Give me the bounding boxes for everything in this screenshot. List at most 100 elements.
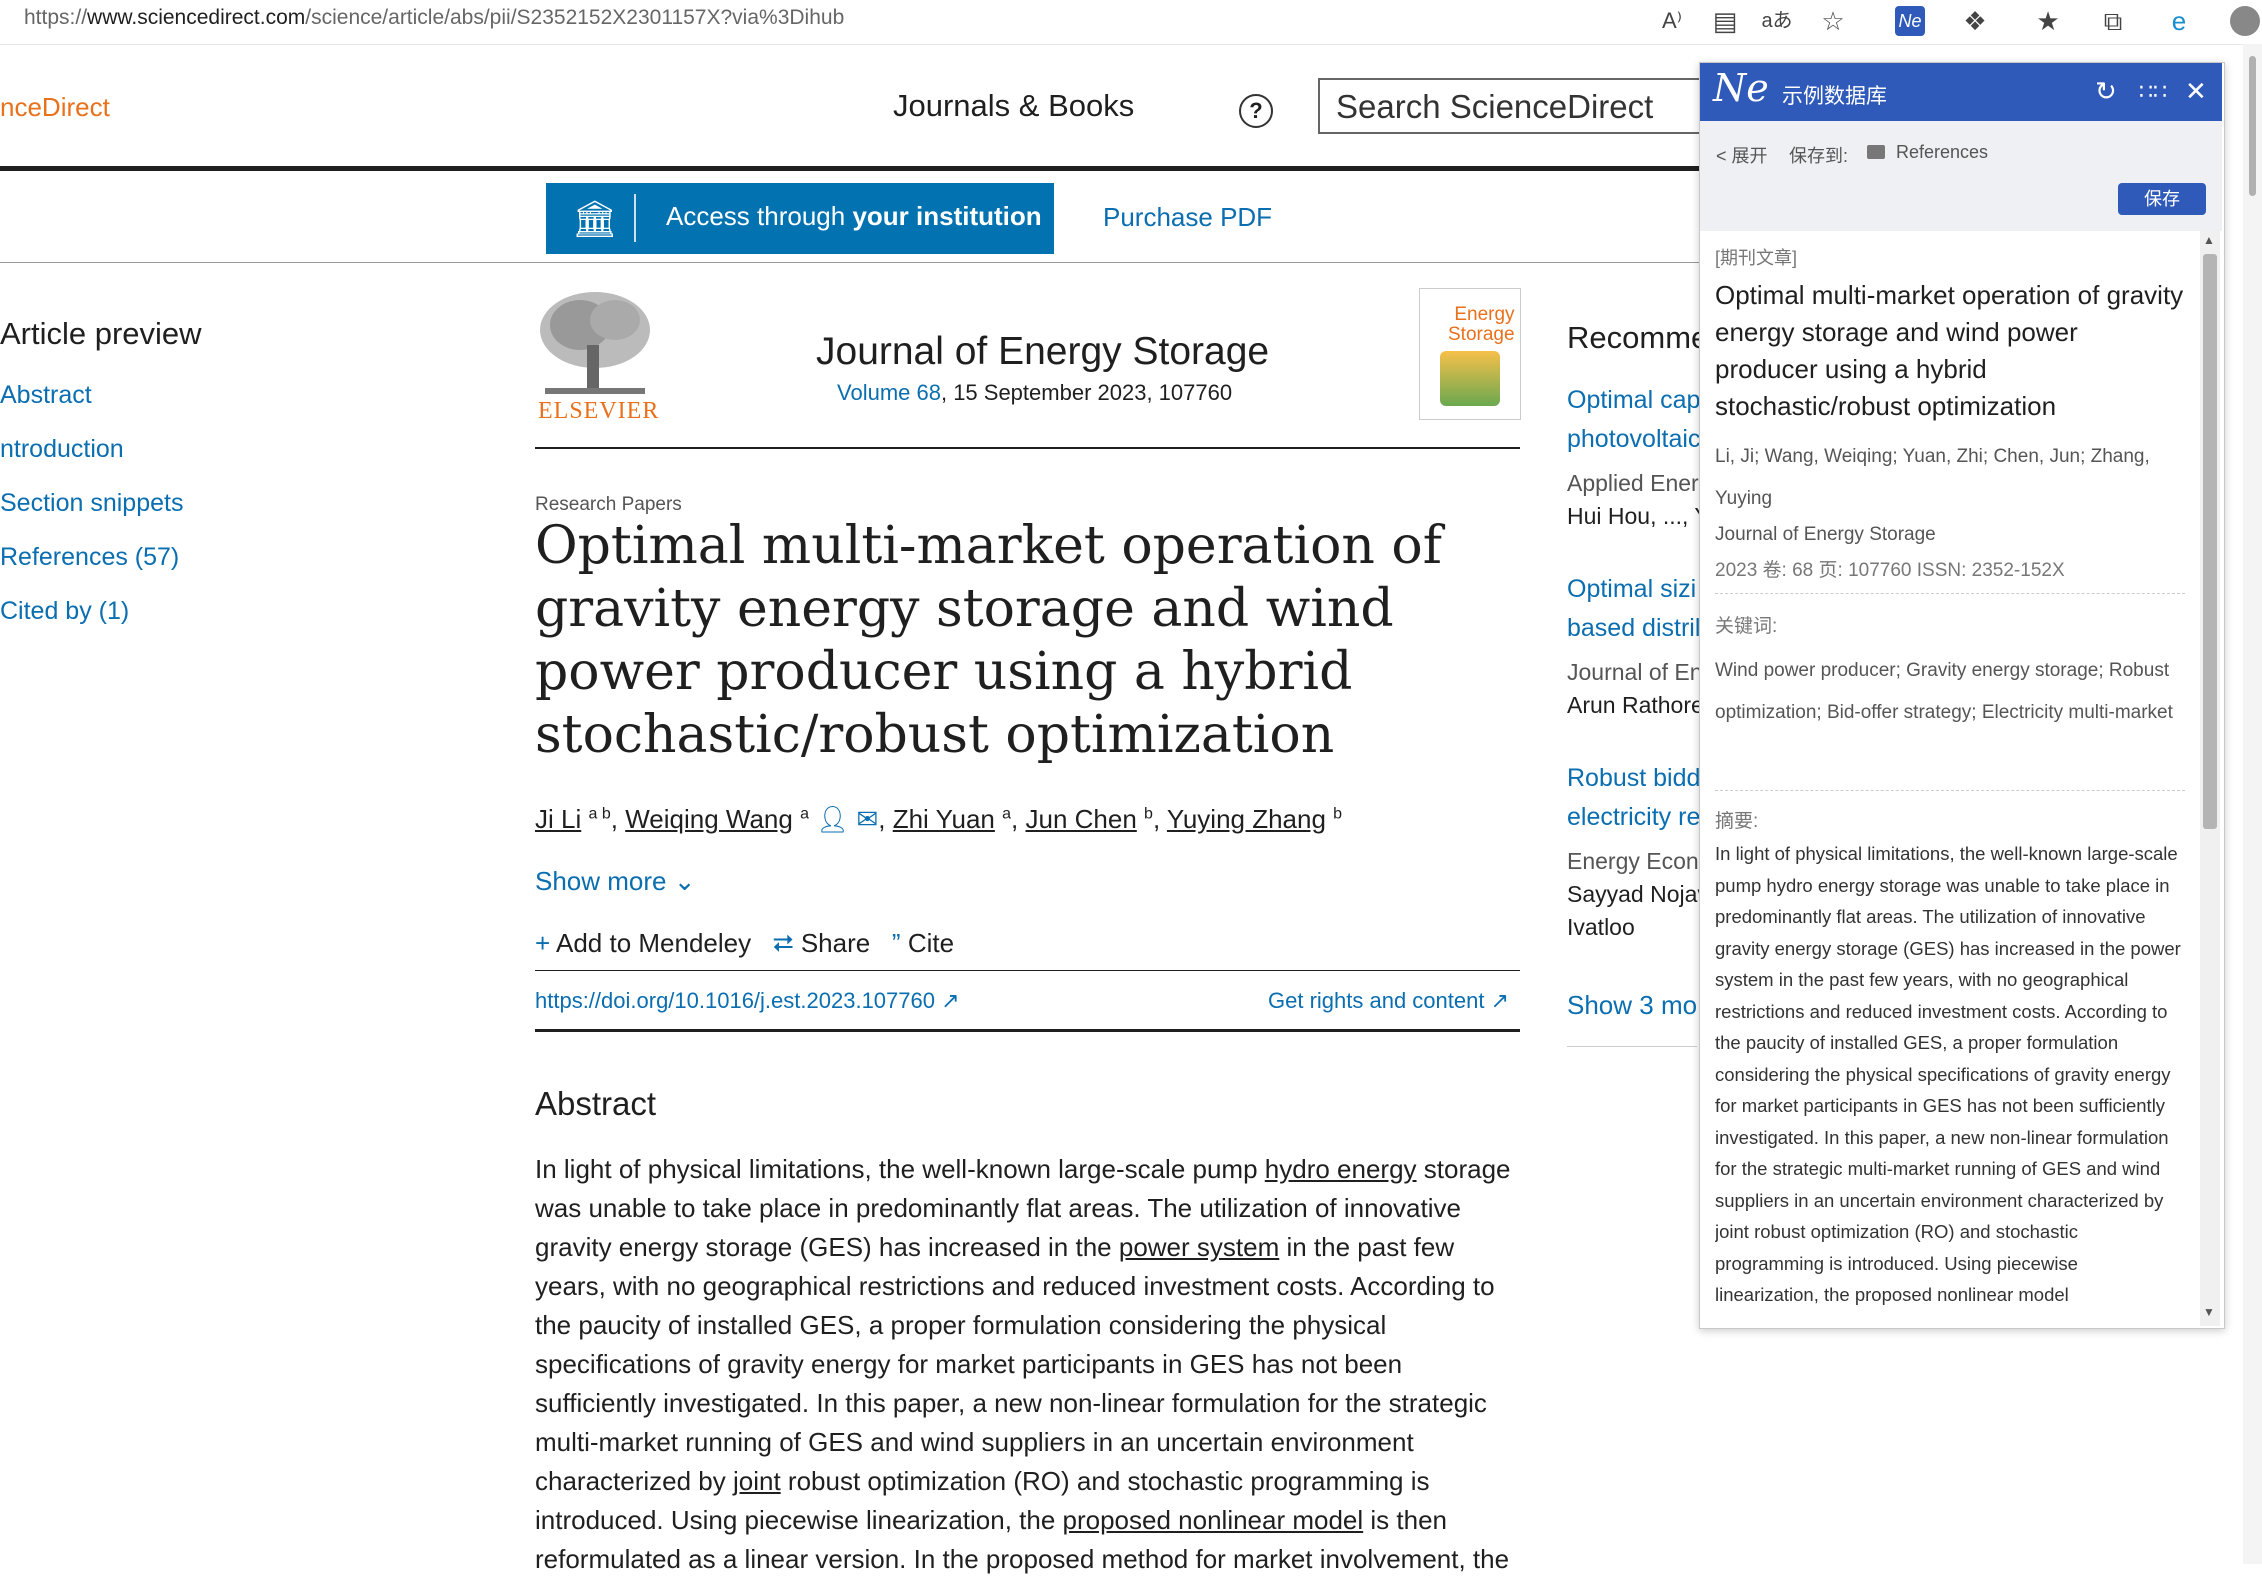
show-more-recommended[interactable]: Show 3 mo [1567, 990, 1697, 1021]
scroll-down-arrow-icon[interactable]: ▼ [2203, 1305, 2215, 1319]
share-icon: ⮂ [772, 928, 794, 958]
show-more-button[interactable]: Show more ⌄ [535, 866, 696, 897]
article-actions: + Add to Mendeley ⮂ Share ” Cite [535, 928, 954, 960]
keywords-label: 关键词: [1715, 616, 1778, 637]
share-button[interactable]: Share [801, 928, 870, 958]
refresh-icon[interactable]: ↻ [2095, 76, 2117, 107]
author-link[interactable]: Ji Li [535, 804, 581, 834]
cover-title: Energy Storage [1448, 304, 1515, 345]
topic-link[interactable]: proposed nonlinear model [1063, 1505, 1364, 1535]
elsevier-tree-logo[interactable] [535, 290, 655, 400]
recommended-article-link[interactable]: Optimal cap photovoltaic [1567, 381, 1700, 459]
abstract-label: 摘要: [1715, 811, 1759, 832]
address-bar[interactable]: https://www.sciencedirect.com/science/ar… [24, 6, 844, 30]
recommended-journal: Journal of En [1567, 659, 1703, 685]
chevron-down-icon: ⌄ [673, 866, 696, 896]
nav-cited-by[interactable]: Cited by (1) [0, 597, 129, 626]
extensions-icon[interactable]: ❖ [1958, 4, 1992, 38]
translate-icon[interactable]: aあ [1760, 4, 1794, 38]
nav-abstract[interactable]: Abstract [0, 381, 92, 410]
plugin-scrollbar-thumb[interactable] [2203, 254, 2217, 829]
record-type: [期刊文章] [1715, 248, 1798, 268]
person-icon[interactable]: 👤︎ [816, 804, 849, 834]
cite-button[interactable]: Cite [908, 928, 954, 958]
topic-link[interactable]: hydro energy [1265, 1154, 1417, 1184]
recommended-authors: Sayyad Nojav [1567, 881, 1709, 907]
recommended-journal: Energy Econo [1567, 848, 1712, 874]
record-journal: Journal of Energy Storage [1715, 524, 1936, 545]
abstract-heading: Abstract [535, 1085, 657, 1122]
author-link[interactable]: Weiqing Wang [625, 804, 793, 834]
nav-introduction[interactable]: ntroduction [0, 435, 124, 464]
browser-toolbar: https://www.sciencedirect.com/science/ar… [0, 0, 2262, 45]
access-label: Access through your institution [666, 201, 1042, 231]
doi-divider [535, 1029, 1520, 1032]
cover-art [1440, 351, 1500, 406]
close-icon[interactable]: ✕ [2185, 76, 2207, 107]
external-link-icon: ↗ [1490, 988, 1510, 1013]
record-abstract: In light of physical limitations, the we… [1715, 843, 2181, 1305]
record-keywords: Wind power producer; Gravity energy stor… [1715, 660, 2173, 723]
doi-link[interactable]: https://doi.org/10.1016/j.est.2023.10776… [535, 988, 960, 1014]
expand-button[interactable]: < 展开 [1716, 142, 1768, 168]
recommended-article-link[interactable]: Optimal sizi based distril [1567, 570, 1700, 648]
collections-icon[interactable]: ⧉ [2096, 4, 2130, 38]
abstract-text: In light of physical limitations, the we… [535, 1154, 1511, 1574]
recommended-journal: Applied Energ [1567, 470, 1712, 496]
author-link[interactable]: Jun Chen [1025, 804, 1136, 834]
page-scrollbar[interactable] [2243, 44, 2262, 1564]
record-authors: Li, Ji; Wang, Weiqing; Yuan, Zhi; Chen, … [1715, 446, 2150, 509]
rights-link[interactable]: Get rights and content ↗ [1268, 988, 1509, 1014]
article-title: Optimal multi-market operation of gravit… [535, 516, 1442, 765]
extension-ne-icon[interactable]: Ne [1895, 6, 1925, 36]
help-icon[interactable]: ? [1239, 94, 1273, 128]
author-link[interactable]: Zhi Yuan [893, 804, 995, 834]
profile-avatar[interactable] [2230, 6, 2260, 36]
header-divider [0, 166, 1700, 171]
add-to-mendeley-button[interactable]: Add to Mendeley [556, 928, 751, 958]
record-meta: 2023 卷: 68 页: 107760 ISSN: 2352-152X [1715, 560, 2065, 581]
topic-link[interactable]: joint [733, 1466, 781, 1496]
favorites-icon[interactable]: ★ [2031, 4, 2065, 38]
scroll-up-arrow-icon[interactable]: ▲ [2203, 233, 2215, 247]
article-preview-heading: Article preview [0, 316, 202, 351]
immersive-reader-icon[interactable]: ▤ [1708, 4, 1742, 38]
author-link[interactable]: Yuying Zhang [1167, 804, 1326, 834]
recommended-heading: Recomme [1567, 320, 1709, 355]
recommended-authors: Ivatloo [1567, 914, 1635, 940]
volume-link[interactable]: Volume 68 [837, 380, 941, 405]
sciencedirect-logo[interactable]: nceDirect [0, 92, 110, 123]
plus-icon: + [535, 928, 551, 958]
article-section-label: Research Papers [535, 494, 682, 515]
plugin-database-name: 示例数据库 [1782, 85, 1887, 108]
cite-icon: ” [891, 928, 901, 958]
folder-icon [1867, 145, 1885, 159]
search-placeholder: Search ScienceDirect [1336, 88, 1654, 125]
apps-grid-icon[interactable]: ∷∷ [2139, 79, 2167, 105]
journal-header-divider [535, 447, 1520, 449]
purchase-pdf-link[interactable]: Purchase PDF [1103, 202, 1272, 233]
recommended-divider [1567, 1046, 1697, 1047]
record-title: Optimal multi-market operation of gravit… [1715, 280, 2184, 421]
plugin-logo: Ne [1713, 66, 1769, 110]
subheader-divider [0, 262, 1700, 263]
edge-icon[interactable]: e [2162, 4, 2196, 38]
actions-divider [535, 970, 1520, 971]
institution-icon: 🏛 [572, 198, 618, 239]
journals-books-link[interactable]: Journals & Books [893, 88, 1134, 124]
elsevier-wordmark: ELSEVIER [538, 398, 660, 424]
topic-link[interactable]: power system [1119, 1232, 1279, 1262]
folder-select[interactable]: References [1896, 142, 1988, 163]
nav-section-snippets[interactable]: Section snippets [0, 489, 183, 518]
read-aloud-icon[interactable]: A⁾ [1655, 4, 1689, 38]
recommended-authors: Arun Rathore [1567, 692, 1704, 718]
nav-references[interactable]: References (57) [0, 543, 179, 572]
record-divider [1715, 790, 2185, 792]
recommended-authors: Hui Hou, ..., Y [1567, 503, 1710, 529]
save-button[interactable]: 保存 [2118, 183, 2206, 215]
favorite-add-icon[interactable]: ☆ [1816, 4, 1850, 38]
email-icon[interactable]: ✉ [856, 804, 878, 834]
recommended-article-link[interactable]: Robust bidd electricity re [1567, 759, 1700, 837]
page-scrollbar-thumb[interactable] [2249, 56, 2256, 196]
journal-title-link[interactable]: Journal of Energy Storage [816, 330, 1269, 374]
